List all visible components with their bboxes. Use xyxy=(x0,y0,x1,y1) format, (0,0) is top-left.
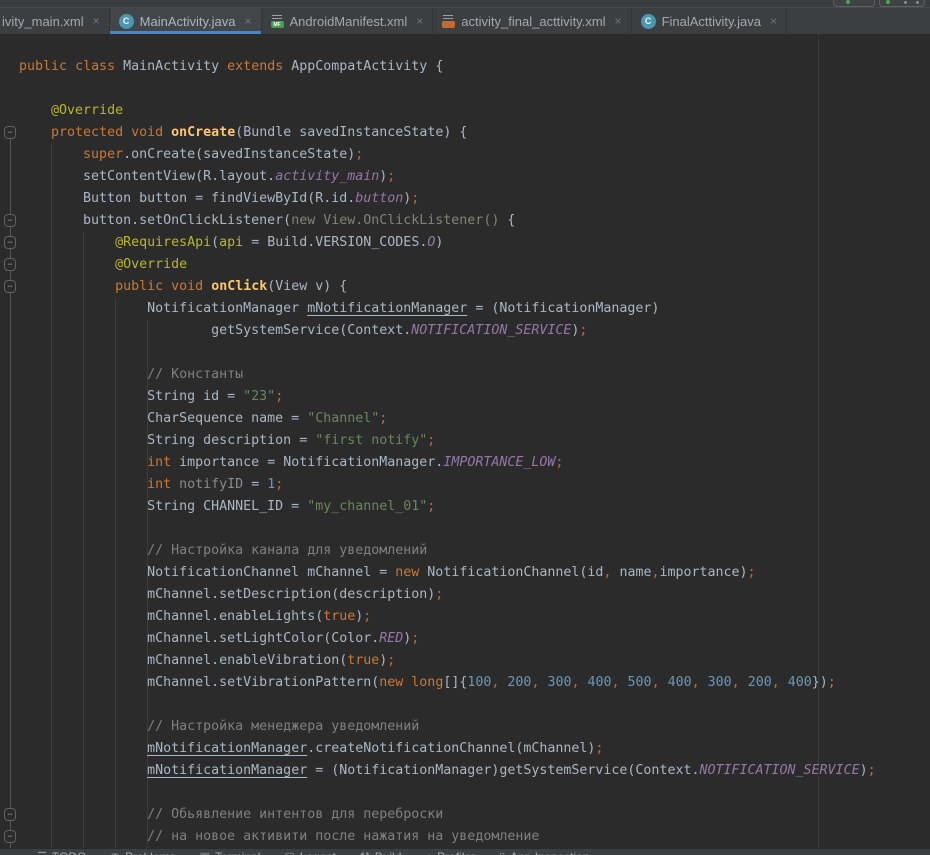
code-line: public class MainActivity extends AppCom… xyxy=(19,56,930,78)
code-line: @Override xyxy=(19,100,930,122)
tool-window-label: Problems xyxy=(125,850,176,855)
code-line xyxy=(19,694,930,716)
tool-window-button-todo[interactable]: ☰ TODO xyxy=(37,850,86,855)
code-line: mChannel.enableVibration(true); xyxy=(19,650,930,672)
code-line: super.onCreate(savedInstanceState); xyxy=(19,144,930,166)
tab-ivity-main-xml[interactable]: ivity_main.xml × xyxy=(0,8,110,34)
fold-marker-icon[interactable]: − xyxy=(4,280,16,293)
code-editor[interactable]: − − − − − − − public class MainActivity extend… xyxy=(0,34,930,848)
code-line: // Обьявление интентов для переброски xyxy=(19,804,930,826)
code-line: mNotificationManager.createNotificationC… xyxy=(19,738,930,760)
code-line xyxy=(19,518,930,540)
close-icon[interactable]: × xyxy=(615,14,622,28)
widget-dot-icon xyxy=(904,1,907,4)
tool-window-label: App Inspection xyxy=(510,850,589,855)
tool-window-button-build[interactable]: ⚒ Build xyxy=(360,850,402,855)
todo-icon: ☰ xyxy=(37,850,47,855)
toolbar-strip xyxy=(0,0,930,8)
code-line: int notifyID = 1; xyxy=(19,474,930,496)
run-widget[interactable] xyxy=(833,0,875,7)
fold-marker-icon[interactable]: − xyxy=(4,808,16,821)
tool-window-button-problems[interactable]: ◉ Problems xyxy=(110,850,175,855)
tab-androidmanifest-xml[interactable]: MF AndroidManifest.xml × xyxy=(262,8,434,34)
code-line: // на новое активити после нажатия на ув… xyxy=(19,826,930,848)
fold-marker-icon[interactable]: − xyxy=(4,214,16,227)
code-line: String description = "first notify"; xyxy=(19,430,930,452)
code-line: @RequiresApi(api = Build.VERSION_CODES.O… xyxy=(19,232,930,254)
tool-window-bar: ☰ TODO ◉ Problems ▣ Terminal ▢ Logcat ⚒ Build ◔ Pro… xyxy=(0,848,930,855)
problems-icon: ◉ xyxy=(110,850,120,855)
code-line: // Константы xyxy=(19,364,930,386)
tab-label: FinalActtivity.java xyxy=(662,14,761,29)
code-line xyxy=(19,342,930,364)
device-status-icon xyxy=(886,0,890,4)
app-inspection-icon: ▯ xyxy=(499,850,505,855)
code-line: Button button = findViewById(R.id.button… xyxy=(19,188,930,210)
code-line: mNotificationManager = (NotificationMana… xyxy=(19,760,930,782)
logcat-icon: ▢ xyxy=(284,850,294,855)
code-line: mChannel.setVibrationPattern(new long[]{… xyxy=(19,672,930,694)
code-line: getSystemService(Context.NOTIFICATION_SE… xyxy=(19,320,930,342)
tab-finalacttivity-java[interactable]: C FinalActtivity.java × xyxy=(632,8,787,34)
code-line: CharSequence name = "Channel"; xyxy=(19,408,930,430)
code-line: String CHANNEL_ID = "my_channel_01"; xyxy=(19,496,930,518)
close-icon[interactable]: × xyxy=(770,14,777,28)
fold-marker-icon[interactable]: − xyxy=(4,830,16,843)
code-area: public class MainActivity extends AppCom… xyxy=(17,34,930,848)
code-line: int importance = NotificationManager.IMP… xyxy=(19,452,930,474)
tab-activity-final-acttivity-xml[interactable]: activity_final_acttivity.xml × xyxy=(433,8,631,34)
code-line: // Настройка менеджера уведомлений xyxy=(19,716,930,738)
run-status-icon xyxy=(846,0,850,4)
code-line: NotificationChannel mChannel = new Notif… xyxy=(19,562,930,584)
java-class-icon: C xyxy=(119,14,134,29)
code-line: NotificationManager mNotificationManager… xyxy=(19,298,930,320)
tool-window-label: TODO xyxy=(52,850,86,855)
close-icon[interactable]: × xyxy=(244,14,251,28)
tool-window-button-profiler[interactable]: ◔ Profiler xyxy=(425,850,475,855)
close-icon[interactable]: × xyxy=(93,14,100,28)
fold-marker-icon[interactable]: − xyxy=(4,126,16,139)
close-icon[interactable]: × xyxy=(416,14,423,28)
fold-marker-icon[interactable]: − xyxy=(4,258,16,271)
code-line: mChannel.setLightColor(Color.RED); xyxy=(19,628,930,650)
tool-window-label: Profiler xyxy=(437,850,475,855)
fold-marker-icon[interactable]: − xyxy=(4,236,16,249)
build-icon: ⚒ xyxy=(360,850,370,855)
code-line xyxy=(19,782,930,804)
device-widget[interactable] xyxy=(879,0,925,7)
code-line: mChannel.setDescription(description); xyxy=(19,584,930,606)
tab-label: MainActivity.java xyxy=(140,14,236,29)
tab-label: ivity_main.xml xyxy=(2,14,84,29)
tool-window-button-app-inspection[interactable]: ▯ App Inspection xyxy=(499,850,589,855)
manifest-file-icon: MF xyxy=(271,14,284,28)
terminal-icon: ▣ xyxy=(200,850,210,855)
tool-window-label: Build xyxy=(375,850,402,855)
editor-tab-bar: ivity_main.xml × C MainActivity.java × MF Andr… xyxy=(0,8,930,34)
code-line: protected void onCreate(Bundle savedInst… xyxy=(19,122,930,144)
code-line: mChannel.enableLights(true); xyxy=(19,606,930,628)
code-line: public void onClick(View v) { xyxy=(19,276,930,298)
java-class-icon: C xyxy=(641,14,656,29)
widget-dot-icon xyxy=(916,1,919,4)
profiler-icon: ◔ xyxy=(425,851,432,855)
code-line: button.setOnClickListener(new View.OnCli… xyxy=(19,210,930,232)
code-line: // Настройка канала для уведомлений xyxy=(19,540,930,562)
code-line: @Override xyxy=(19,254,930,276)
tab-label: AndroidManifest.xml xyxy=(290,14,408,29)
code-line xyxy=(19,78,930,100)
code-line: String id = "23"; xyxy=(19,386,930,408)
tool-window-label: Logcat xyxy=(300,850,336,855)
tool-window-button-terminal[interactable]: ▣ Terminal xyxy=(200,850,261,855)
code-line: setContentView(R.layout.activity_main); xyxy=(19,166,930,188)
tab-mainactivity-java[interactable]: C MainActivity.java × xyxy=(110,8,262,34)
tool-window-label: Terminal xyxy=(215,850,260,855)
layout-xml-file-icon xyxy=(442,14,455,28)
tab-label: activity_final_acttivity.xml xyxy=(461,14,605,29)
tool-window-button-logcat[interactable]: ▢ Logcat xyxy=(284,850,335,855)
